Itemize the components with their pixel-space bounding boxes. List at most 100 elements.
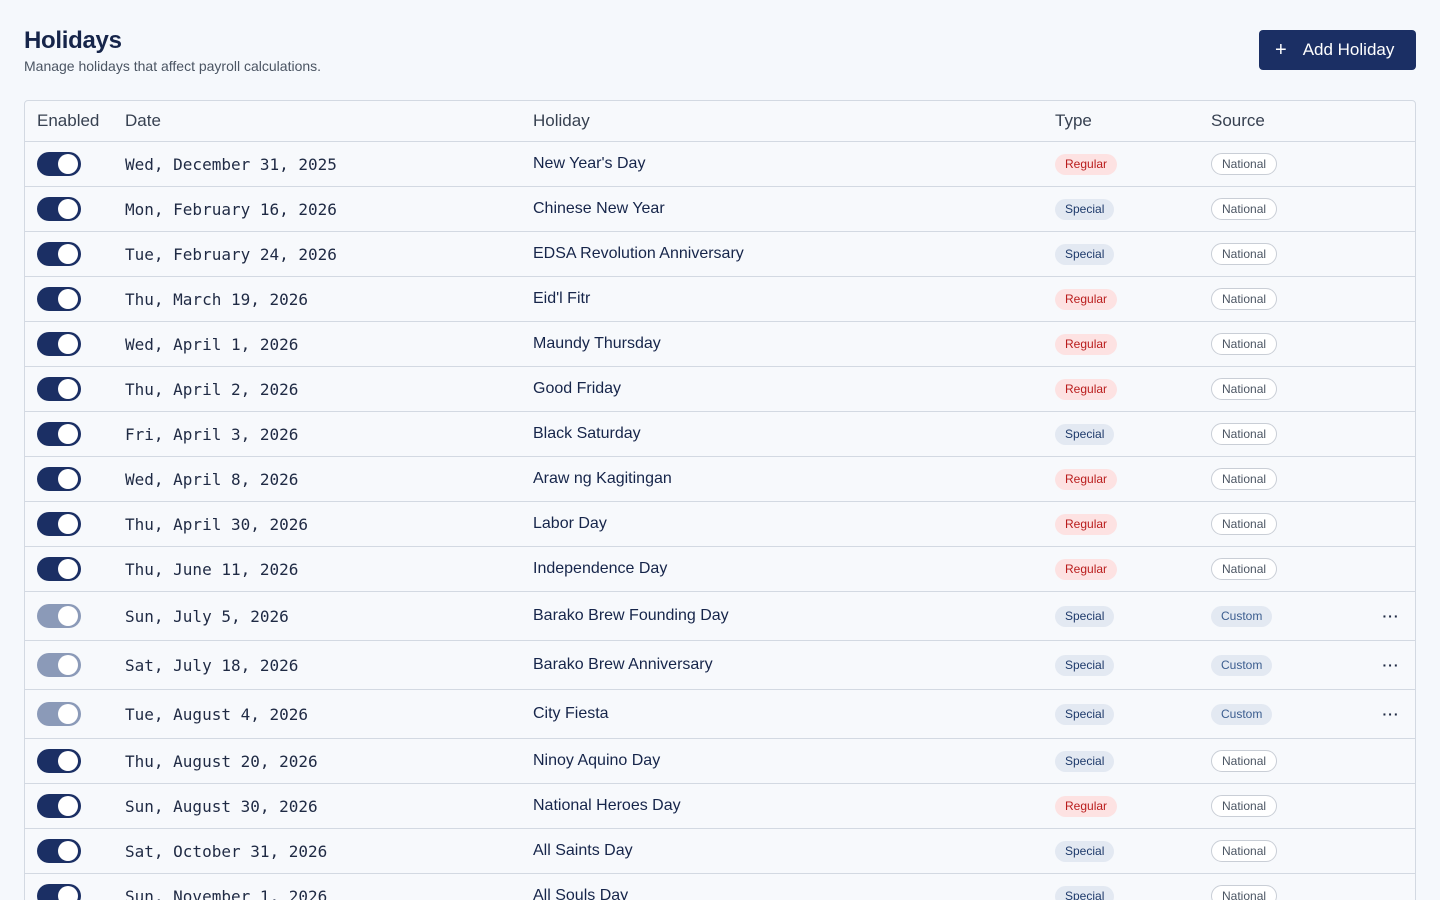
- column-header-type: Type: [1055, 111, 1092, 130]
- more-actions-icon[interactable]: ···: [1371, 608, 1411, 624]
- table-row: Wed, April 1, 2026 Maundy Thursday Regular…: [25, 322, 1415, 367]
- enabled-cell: [25, 332, 125, 356]
- type-cell: Regular: [1055, 513, 1211, 535]
- enabled-toggle[interactable]: [37, 197, 81, 221]
- table-row: Wed, April 8, 2026 Araw ng Kagitingan Regu…: [25, 457, 1415, 502]
- type-badge: Regular: [1055, 153, 1118, 175]
- enabled-toggle[interactable]: [37, 287, 81, 311]
- type-cell: Regular: [1055, 378, 1211, 400]
- holiday-name: New Year's Day: [533, 155, 646, 172]
- source-badge: Custom: [1211, 703, 1273, 725]
- enabled-cell: [25, 197, 125, 221]
- holiday-date: Thu, August 20, 2026: [125, 751, 318, 771]
- table-row: Tue, August 4, 2026 City Fiesta Special Cus…: [25, 690, 1415, 739]
- toggle-knob: [58, 559, 78, 579]
- holiday-name: Maundy Thursday: [533, 335, 661, 352]
- source-badge: National: [1211, 243, 1278, 265]
- table-body: Wed, December 31, 2025 New Year's Day Regu…: [25, 142, 1415, 900]
- holiday-name: City Fiesta: [533, 705, 609, 722]
- add-holiday-button[interactable]: + Add Holiday: [1259, 30, 1416, 70]
- enabled-cell: [25, 377, 125, 401]
- more-actions-icon[interactable]: ···: [1371, 706, 1411, 722]
- source-cell: National: [1211, 198, 1371, 220]
- table-row: Fri, April 3, 2026 Black Saturday Special N…: [25, 412, 1415, 457]
- page-subtitle: Manage holidays that affect payroll calc…: [24, 58, 322, 74]
- column-header-source: Source: [1211, 111, 1265, 130]
- table-row: Tue, February 24, 2026 EDSA Revolution An…: [25, 232, 1415, 277]
- holiday-date: Thu, April 2, 2026: [125, 379, 299, 399]
- enabled-toggle[interactable]: [37, 152, 81, 176]
- enabled-cell: [25, 884, 125, 900]
- source-badge: National: [1211, 795, 1278, 817]
- source-cell: National: [1211, 333, 1371, 355]
- source-badge: National: [1211, 288, 1278, 310]
- enabled-toggle[interactable]: [37, 467, 81, 491]
- type-cell: Special: [1055, 654, 1211, 676]
- type-badge: Regular: [1055, 378, 1118, 400]
- holiday-name: Good Friday: [533, 380, 622, 397]
- holiday-name: Chinese New Year: [533, 200, 665, 217]
- holiday-date: Thu, April 30, 2026: [125, 514, 309, 534]
- source-cell: National: [1211, 378, 1371, 400]
- enabled-toggle[interactable]: [37, 839, 81, 863]
- type-cell: Regular: [1055, 153, 1211, 175]
- enabled-cell: [25, 702, 125, 726]
- column-header-holiday: Holiday: [533, 111, 590, 130]
- source-cell: National: [1211, 513, 1371, 535]
- type-cell: Special: [1055, 840, 1211, 862]
- type-cell: Special: [1055, 605, 1211, 627]
- enabled-toggle[interactable]: [37, 557, 81, 581]
- holiday-name: Ninoy Aquino Day: [533, 752, 661, 769]
- enabled-toggle[interactable]: [37, 242, 81, 266]
- holiday-name: All Souls Day: [533, 887, 629, 900]
- type-badge: Special: [1055, 605, 1115, 627]
- type-badge: Special: [1055, 654, 1115, 676]
- page-header: Holidays Manage holidays that affect pay…: [24, 26, 321, 74]
- source-badge: National: [1211, 378, 1278, 400]
- source-cell: Custom: [1211, 654, 1371, 676]
- holiday-date: Wed, April 8, 2026: [125, 469, 299, 489]
- enabled-toggle[interactable]: [37, 653, 81, 677]
- holiday-date: Wed, April 1, 2026: [125, 334, 299, 354]
- enabled-cell: [25, 653, 125, 677]
- type-cell: Special: [1055, 750, 1211, 772]
- source-badge: National: [1211, 840, 1278, 862]
- enabled-toggle[interactable]: [37, 422, 81, 446]
- enabled-toggle[interactable]: [37, 377, 81, 401]
- table-row: Sat, July 18, 2026 Barako Brew Anniversar…: [25, 641, 1415, 690]
- type-cell: Special: [1055, 198, 1211, 220]
- enabled-toggle[interactable]: [37, 332, 81, 356]
- toggle-knob: [58, 751, 78, 771]
- type-badge: Special: [1055, 198, 1115, 220]
- holiday-name: EDSA Revolution Anniversary: [533, 245, 744, 262]
- holiday-name: Barako Brew Founding Day: [533, 607, 729, 624]
- enabled-toggle[interactable]: [37, 794, 81, 818]
- type-cell: Regular: [1055, 333, 1211, 355]
- type-badge: Regular: [1055, 288, 1118, 310]
- enabled-cell: [25, 152, 125, 176]
- type-badge: Special: [1055, 243, 1115, 265]
- holiday-name: Black Saturday: [533, 425, 641, 442]
- type-cell: Special: [1055, 703, 1211, 725]
- more-actions-icon[interactable]: ···: [1371, 657, 1411, 673]
- source-badge: Custom: [1211, 605, 1273, 627]
- holiday-date: Sat, October 31, 2026: [125, 841, 328, 861]
- type-badge: Regular: [1055, 513, 1118, 535]
- table-row: Thu, April 30, 2026 Labor Day Regular Natio…: [25, 502, 1415, 547]
- table-row: Sun, August 30, 2026 National Heroes Day R…: [25, 784, 1415, 829]
- source-badge: Custom: [1211, 654, 1273, 676]
- holiday-date: Sun, July 5, 2026: [125, 606, 289, 626]
- enabled-toggle[interactable]: [37, 884, 81, 900]
- type-cell: Regular: [1055, 288, 1211, 310]
- type-badge: Regular: [1055, 333, 1118, 355]
- enabled-toggle[interactable]: [37, 512, 81, 536]
- enabled-cell: [25, 467, 125, 491]
- holiday-date: Sun, November 1, 2026: [125, 886, 328, 900]
- enabled-toggle[interactable]: [37, 749, 81, 773]
- enabled-toggle[interactable]: [37, 604, 81, 628]
- source-badge: National: [1211, 198, 1278, 220]
- enabled-toggle[interactable]: [37, 702, 81, 726]
- type-badge: Special: [1055, 703, 1115, 725]
- table-row: Thu, August 20, 2026 Ninoy Aquino Day Spec…: [25, 739, 1415, 784]
- source-badge: National: [1211, 513, 1278, 535]
